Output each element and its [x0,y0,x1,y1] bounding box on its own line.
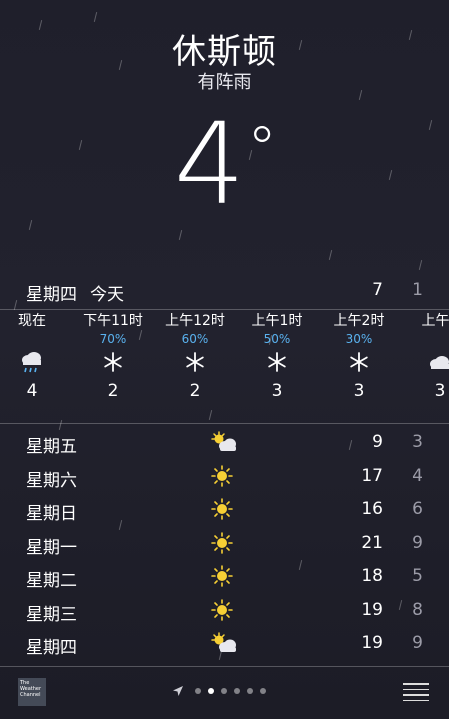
sun-icon [210,564,240,590]
divider [0,309,449,310]
daily-row: 星期日 16 6 [0,493,449,527]
daily-row: 星期五 9 3 [0,426,449,460]
daily-day: 星期四 [26,638,77,658]
divider [0,666,449,667]
daily-low: 8 [412,599,423,620]
hour-temp: 3 [353,381,365,401]
hour-time: 下午11时 [83,313,143,329]
hour-item: 上午2时 30% 3 [327,311,391,405]
daily-row: 星期六 17 4 [0,460,449,494]
partly-cloudy-icon [210,631,240,657]
daily-day: 星期二 [26,571,77,591]
hour-temp: 2 [107,381,119,401]
page-dot [221,688,227,694]
daily-day: 星期三 [26,604,77,625]
today-label: 今天 [90,285,124,305]
page-indicator[interactable] [172,684,266,698]
daily-high: 17 [361,465,383,486]
daily-day: 星期六 [26,470,77,491]
daily-high: 21 [361,532,383,553]
daily-low: 9 [412,633,423,653]
temperature-value: 4 [173,100,245,230]
partly-cloudy-icon [210,430,240,456]
hour-temp: 4 [26,381,38,401]
daily-high: 18 [361,566,383,586]
daily-day: 星期五 [26,437,77,457]
current-temperature: 4° [0,100,449,230]
page-dot [234,688,240,694]
daily-row: 星期二 18 5 [0,560,449,594]
list-menu-icon[interactable] [403,683,429,705]
hourly-forecast[interactable]: 现在 4 下午11时 70% 2 上午12时 60% 2 上午1时 50% 3 … [0,311,449,419]
sun-icon [210,497,240,523]
cloud-icon [408,347,449,377]
snowflake-icon [245,347,309,377]
daily-low: 5 [412,566,423,586]
degree-symbol: ° [247,114,277,184]
today-low: 1 [412,280,423,300]
snowflake-icon [327,347,391,377]
snowflake-icon [163,347,227,377]
hour-time: 上午3 [421,313,449,329]
page-dot [260,688,266,694]
hour-precip: 50% [263,332,291,346]
snowflake-icon [81,347,145,377]
hour-time: 上午2时 [333,313,385,329]
hour-temp: 3 [434,381,446,401]
hour-item: 下午11时 70% 2 [81,311,145,405]
page-dot [247,688,253,694]
hour-precip: 30% [345,332,373,346]
hour-item: 现在 4 [0,311,64,405]
daily-row: 星期一 21 9 [0,527,449,561]
hour-precip: 70% [99,332,127,346]
daily-row: 星期三 19 8 [0,594,449,628]
hour-precip: 60% [181,332,209,346]
daily-day: 星期日 [26,504,77,524]
daily-low: 9 [412,532,423,553]
today-summary: 星期四 今天 7 1 [0,280,449,306]
hour-time: 上午12时 [165,313,225,329]
daily-high: 16 [361,499,383,519]
hour-precip [408,331,449,347]
hour-time: 现在 [18,313,46,329]
hour-temp: 2 [189,381,201,401]
hour-item: 上午3 3 [408,311,449,405]
weather-condition: 有阵雨 [197,72,252,93]
footer-bar: The Weather Channel [0,668,449,719]
daily-high: 9 [372,432,383,452]
hour-precip [0,331,64,347]
daily-high: 19 [361,599,383,620]
divider [0,423,449,424]
weather-channel-logo[interactable]: The Weather Channel [18,678,46,706]
rain-cloud-icon [0,347,64,377]
hour-temp: 3 [271,381,283,401]
today-high: 7 [372,280,383,300]
hour-item: 上午12时 60% 2 [163,311,227,405]
today-day: 星期四 [26,285,77,305]
daily-row: 星期四 19 9 [0,627,449,661]
page-dot-active [208,688,214,694]
daily-low: 3 [412,432,423,452]
hour-time: 上午1时 [251,313,303,329]
hour-item: 上午1时 50% 3 [245,311,309,405]
location-arrow-icon [173,686,183,696]
daily-low: 4 [412,465,423,486]
sun-icon [210,531,240,557]
daily-high: 19 [361,633,383,653]
city-name: 休斯顿 [172,32,277,72]
page-dot [195,688,201,694]
sun-icon [210,464,240,490]
daily-day: 星期一 [26,537,77,558]
daily-low: 6 [412,499,423,519]
sun-icon [210,598,240,624]
